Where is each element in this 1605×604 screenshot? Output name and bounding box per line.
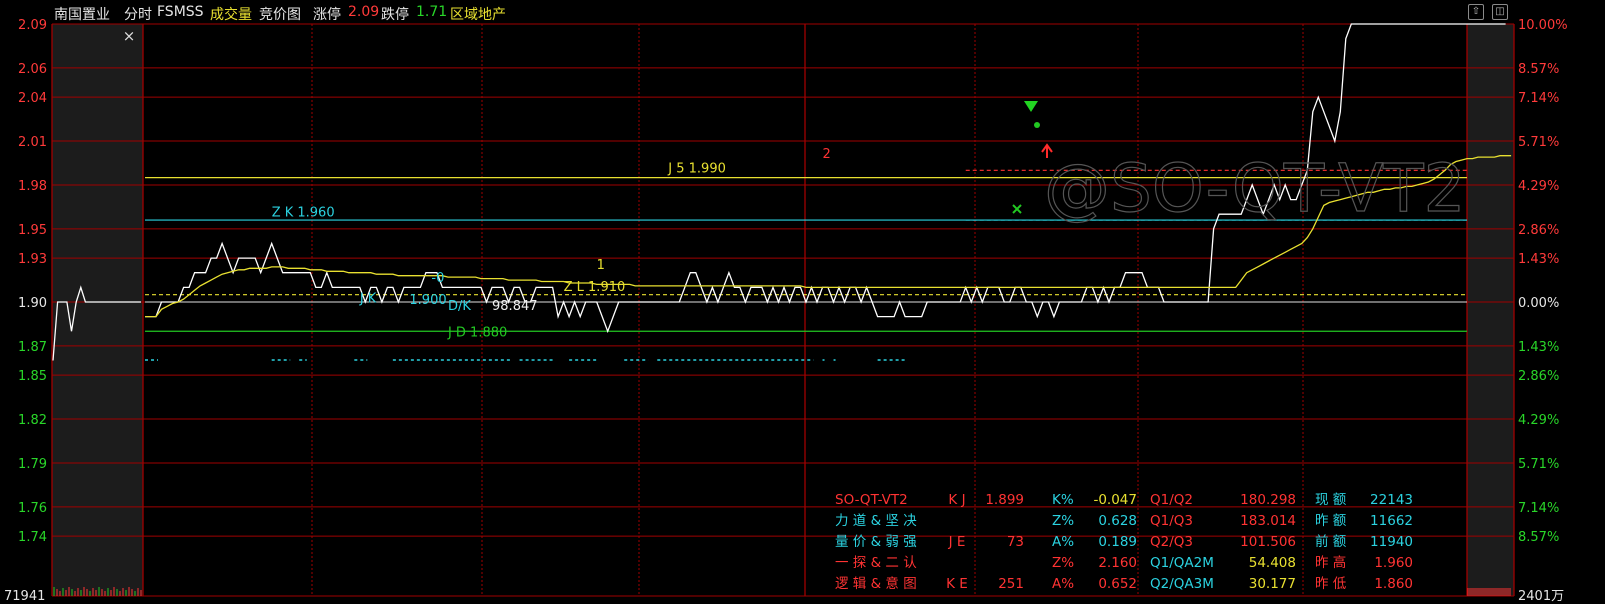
y-tick-right: 2.86% (1518, 223, 1559, 238)
stats-cell: Q1/QA2M (1150, 555, 1214, 571)
chart-annotation: J K (359, 292, 377, 307)
stats-cell: A% (1052, 576, 1074, 592)
chart-window: 南国置业 分时 FSMSS 成交量 竞价图 涨停 2.09 跌停 1.71 区域… (0, 0, 1605, 604)
stats-cell: K% (1052, 492, 1074, 508)
watermark-text: @SO-QT-VT2 (1044, 150, 1466, 227)
y-tick-right: 10.00% (1518, 18, 1568, 33)
intraday-chart: J 5 1.990 2 Z K 1.960 1 -0 Z L 1.910 J K 1.900 D… (4, 18, 1568, 604)
stats-cell: Q2/Q3 (1150, 534, 1193, 550)
x-cross-marker (1012, 204, 1022, 214)
y-tick-right: 7.14% (1518, 91, 1559, 106)
stats-cell: 11940 (1370, 534, 1413, 550)
stats-cell: 0.652 (1098, 576, 1137, 592)
y-tick-left: 1.95 (18, 223, 47, 238)
green-dot-marker (1034, 122, 1040, 128)
y-tick-right: 0.00% (1518, 296, 1559, 311)
annotations: J 5 1.990 2 Z K 1.960 1 -0 Z L 1.910 J K 1.900 D… (272, 147, 831, 341)
stats-cell: 183.014 (1240, 513, 1296, 529)
stats-cell: 逻 辑 & 意 图 (835, 575, 917, 592)
chart-annotation: 1 (597, 258, 605, 273)
stats-cell: 现 额 (1315, 492, 1347, 508)
right-blank-panel (1467, 24, 1514, 596)
stats-cell: 0.189 (1098, 534, 1137, 550)
stats-cell: 0.628 (1098, 513, 1137, 529)
volume-right-label: 2401万 (1518, 589, 1564, 604)
stats-cell: K J (948, 492, 965, 508)
stats-cell: 1.899 (985, 492, 1024, 508)
stats-cell: 昨 低 (1315, 576, 1347, 592)
y-tick-right: 5.71% (1518, 457, 1559, 472)
stats-cell: 量 价 & 弱 强 (835, 534, 917, 550)
stats-cell: 101.506 (1240, 534, 1296, 550)
stats-cell: K E (946, 576, 968, 592)
y-tick-left: 1.76 (18, 501, 47, 516)
y-tick-left: 2.01 (18, 135, 47, 150)
chart-annotation: 98.847 (492, 299, 538, 314)
y-tick-left: 1.93 (18, 252, 47, 267)
stats-cell: Z% (1052, 513, 1074, 529)
auction-left-panel (52, 24, 143, 596)
y-tick-right: 7.14% (1518, 501, 1559, 516)
y-tick-right: 2.86% (1518, 369, 1559, 384)
stats-cell: 22143 (1370, 492, 1413, 508)
y-tick-left: 1.79 (18, 457, 47, 472)
stats-cell: 力 道 & 坚 决 (835, 513, 917, 529)
stats-cell: J E (948, 534, 966, 550)
chart-annotation: -0 (431, 271, 444, 286)
y-tick-right: 4.29% (1518, 413, 1559, 428)
stats-cell: 昨 额 (1315, 513, 1347, 529)
stats-cell: Z% (1052, 555, 1074, 571)
chart-annotation: 1.900 (409, 293, 446, 308)
stats-cell: 30.177 (1249, 576, 1296, 592)
stats-cell: Q1/Q3 (1150, 513, 1193, 529)
y-tick-right: 4.29% (1518, 179, 1559, 194)
chart-annotation: Z L 1.910 (564, 280, 626, 295)
stats-cell: 1.960 (1374, 555, 1413, 571)
stats-cell: SO-QT-VT2 (835, 492, 908, 508)
y-tick-left: 1.85 (18, 369, 47, 384)
y-tick-left: 2.04 (18, 91, 47, 106)
y-tick-left: 1.90 (18, 296, 47, 311)
y-tick-left: 2.06 (18, 62, 47, 77)
stats-cell: A% (1052, 534, 1074, 550)
chart-annotation: J 5 1.990 (667, 161, 726, 176)
y-tick-right: 1.43% (1518, 252, 1559, 267)
chart-annotation: Z K 1.960 (272, 205, 335, 220)
chart-annotation: J D 1.880 (447, 325, 507, 340)
stats-cell: 一 探 & 二 认 (835, 555, 917, 571)
y-tick-left: 2.09 (18, 18, 47, 33)
stats-cell: 11662 (1370, 513, 1413, 529)
chart-annotation: D/K (448, 299, 471, 314)
stats-cell: 251 (998, 576, 1024, 592)
close-icon[interactable]: × (123, 27, 136, 45)
y-tick-right: 1.43% (1518, 340, 1559, 355)
down-triangle-marker (1024, 101, 1038, 112)
stats-cell: 2.160 (1098, 555, 1137, 571)
stats-cell: Q2/QA3M (1150, 576, 1214, 592)
stats-cell: 前 额 (1315, 533, 1347, 550)
volume-left-label: 71941 (4, 589, 45, 604)
stats-cell: 73 (1007, 534, 1024, 550)
stats-cell: Q1/Q2 (1150, 492, 1193, 508)
y-tick-left: 1.87 (18, 340, 47, 355)
y-tick-left: 1.98 (18, 179, 47, 194)
y-tick-left: 1.82 (18, 413, 47, 428)
stats-cell: 54.408 (1249, 555, 1296, 571)
stats-cell: 昨 高 (1315, 554, 1346, 571)
y-tick-right: 5.71% (1518, 135, 1559, 150)
grid (51, 23, 1515, 597)
stats-cell: 1.860 (1374, 576, 1413, 592)
y-tick-left: 1.74 (18, 530, 47, 545)
y-tick-right: 8.57% (1518, 530, 1559, 545)
chart-annotation: 2 (823, 147, 831, 162)
stats-cell: 180.298 (1240, 492, 1296, 508)
stats-cell: -0.047 (1093, 492, 1137, 508)
y-tick-right: 8.57% (1518, 62, 1559, 77)
